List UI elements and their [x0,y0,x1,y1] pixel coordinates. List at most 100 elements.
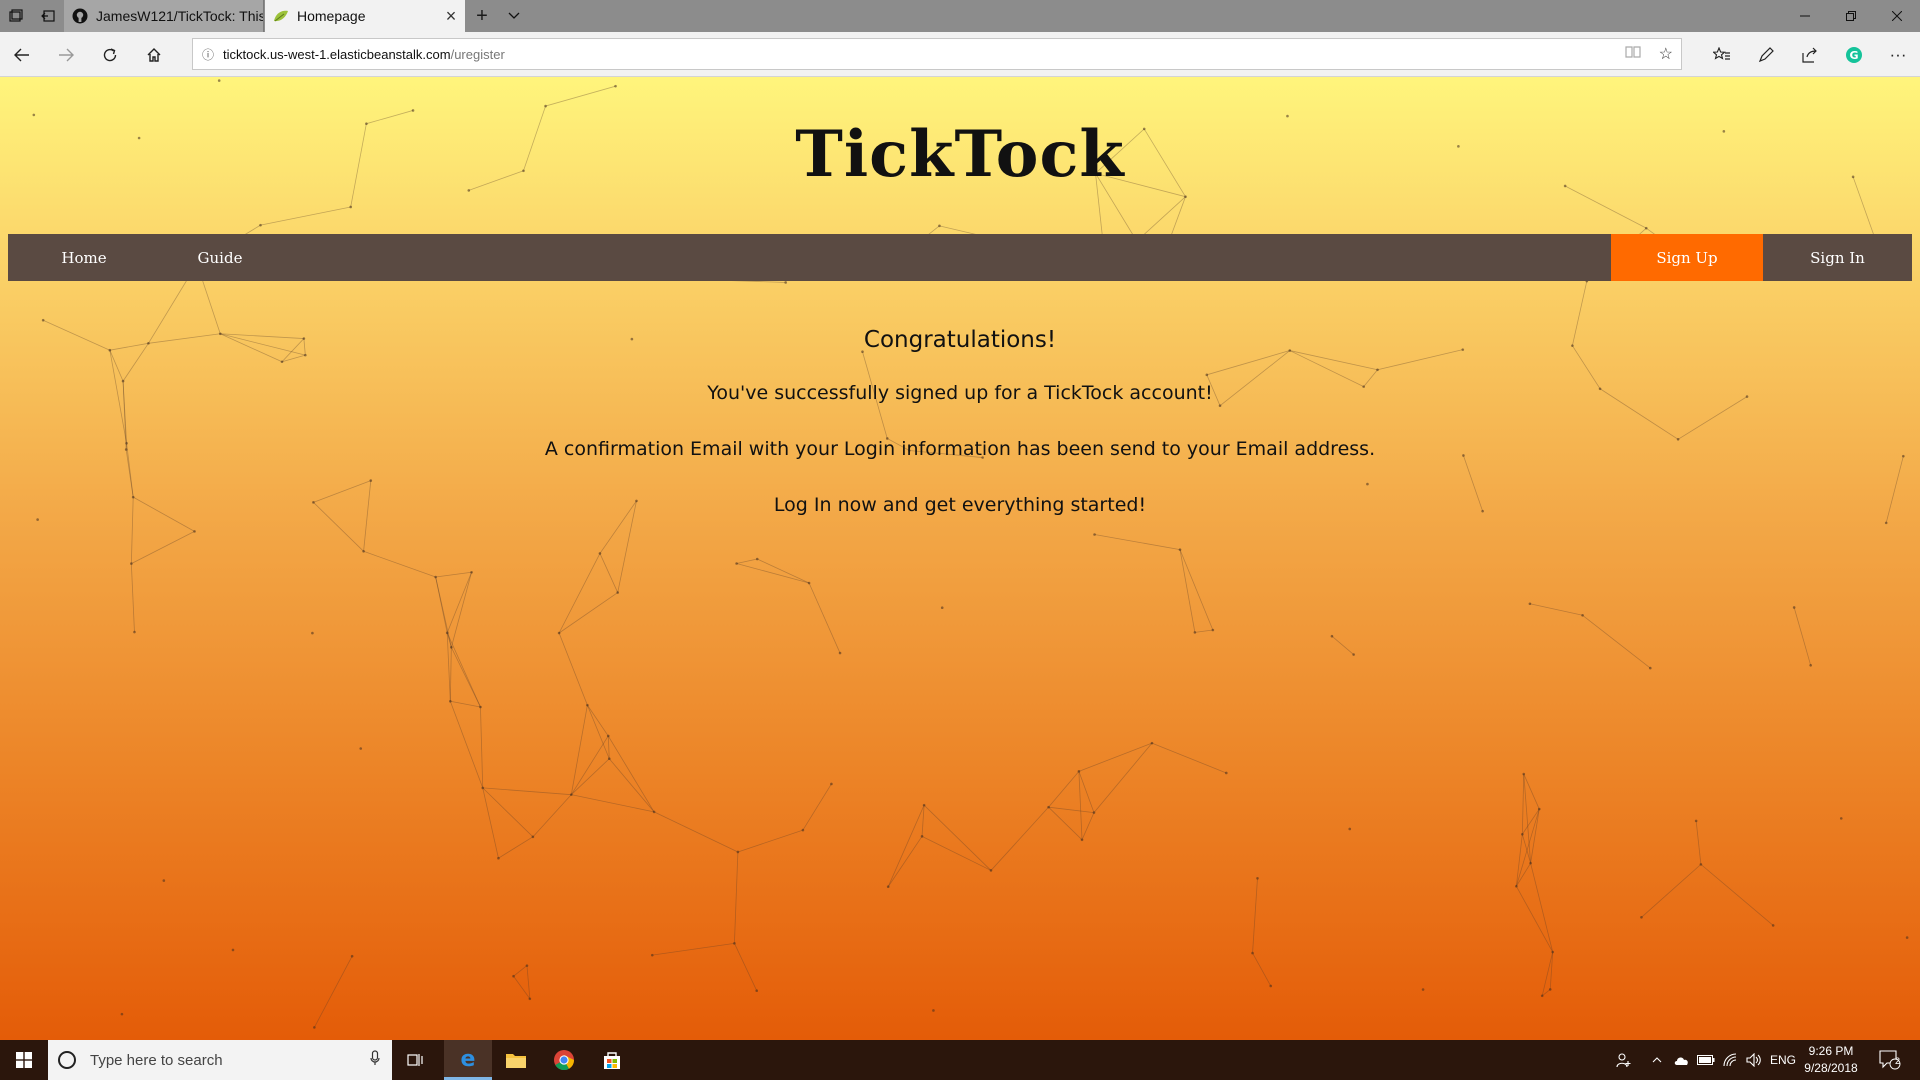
network-line [923,804,992,871]
file-explorer-icon[interactable] [492,1040,540,1080]
network-line [1582,614,1651,669]
network-node [481,786,485,790]
share-icon[interactable] [1788,32,1832,77]
taskbar-clock[interactable]: 9:26 PM 9/28/2018 [1796,1043,1866,1077]
network-node [311,631,314,635]
favorite-star-icon[interactable]: ☆ [1659,44,1673,64]
windows-start-icon[interactable] [0,1040,48,1080]
network-node [1211,628,1215,632]
network-node [922,803,926,807]
login-prompt-text: Log In now and get everything started! [773,494,1147,516]
network-line [449,701,484,789]
chevron-down-icon[interactable] [498,0,530,32]
nav-home[interactable]: Home [16,234,152,281]
network-line [435,576,452,648]
network-line [1078,771,1083,840]
store-icon[interactable] [588,1040,636,1080]
restore-icon[interactable] [1828,0,1874,32]
search-placeholder: Type here to search [90,1051,223,1069]
nav-guide[interactable]: Guide [152,234,288,281]
network-node [512,974,515,978]
network-node [736,850,740,854]
network-node [470,570,473,574]
network-node [544,104,547,108]
address-bar[interactable]: ⓘ ticktock.us-west-1.elasticbeanstalk.co… [192,38,1682,70]
network-node [1047,805,1050,809]
back-icon[interactable] [0,32,44,77]
battery-icon[interactable] [1694,1040,1718,1080]
network-node [449,699,452,703]
network-node [616,591,620,594]
network-node [1537,807,1541,811]
more-options-icon[interactable]: ··· [1876,32,1920,77]
network-node [1092,811,1096,814]
network-line [1521,774,1525,835]
home-icon[interactable] [132,32,176,77]
confirmation-email-text: A confirmation Email with your Login inf… [544,438,1376,460]
network-line [921,835,992,871]
network-line [734,851,739,944]
web-note-icon[interactable] [1744,32,1788,77]
plus-icon[interactable]: + [466,0,498,32]
network-line [1516,886,1554,953]
network-line [1641,864,1702,918]
network-node [1640,915,1643,919]
edge-browser-icon[interactable]: e [444,1040,492,1080]
network-line [1093,742,1153,813]
network-line [734,943,758,991]
network-node [830,782,833,786]
network-line [736,558,758,564]
info-icon[interactable]: ⓘ [193,46,223,63]
volume-icon[interactable] [1742,1040,1766,1080]
minimize-icon[interactable] [1782,0,1828,32]
network-node [162,879,166,882]
svg-text:e: e [461,1048,476,1070]
web-page: TickTock Home Guide Sign Up Sign In Cong… [0,77,1920,1040]
grammarly-icon[interactable]: G [1832,32,1876,77]
network-line [545,85,616,107]
chevron-up-icon[interactable] [1646,1040,1668,1080]
forward-icon[interactable] [44,32,88,77]
nav-sign-in[interactable]: Sign In [1763,234,1912,281]
people-icon[interactable] [1610,1040,1638,1080]
tab-title: JamesW121/TickTock: This i [96,8,263,24]
network-node [259,223,262,227]
language-indicator[interactable]: ENG [1768,1040,1798,1080]
tab-preview-icon[interactable] [0,0,32,32]
network-node [133,630,136,634]
network-node [1184,195,1187,198]
network-node [350,954,354,958]
network-node [41,318,45,322]
network-node [445,631,449,635]
taskbar-search-box[interactable]: Type here to search [48,1040,392,1080]
network-node [920,835,924,838]
chrome-icon[interactable] [540,1040,588,1080]
network-line [887,836,923,887]
set-aside-tabs-icon[interactable] [32,0,64,32]
url-path: /uregister [450,46,505,62]
refresh-icon[interactable] [88,32,132,77]
network-line [363,550,436,578]
microphone-icon[interactable] [370,1050,380,1070]
network-line [1078,742,1153,772]
onedrive-icon[interactable] [1670,1040,1694,1080]
network-line [446,572,472,634]
network-line [526,965,531,999]
close-window-icon[interactable] [1874,0,1920,32]
network-node [886,885,890,889]
task-view-icon[interactable] [392,1040,440,1080]
network-line [449,647,452,702]
nav-sign-up[interactable]: Sign Up [1611,234,1763,281]
reading-view-icon[interactable] [1625,45,1641,64]
tab-github[interactable]: JamesW121/TickTock: This i [64,0,264,32]
close-tab-icon[interactable]: × [437,6,465,27]
action-center-icon[interactable]: 2 [1870,1040,1910,1080]
favorites-hub-icon[interactable] [1700,32,1744,77]
network-line [558,553,601,634]
network-line [435,571,472,578]
network-node [1699,863,1703,866]
wifi-icon[interactable] [1718,1040,1742,1080]
network-node [838,651,842,655]
tab-homepage[interactable]: Homepage × [265,0,465,32]
network-node [989,869,993,872]
